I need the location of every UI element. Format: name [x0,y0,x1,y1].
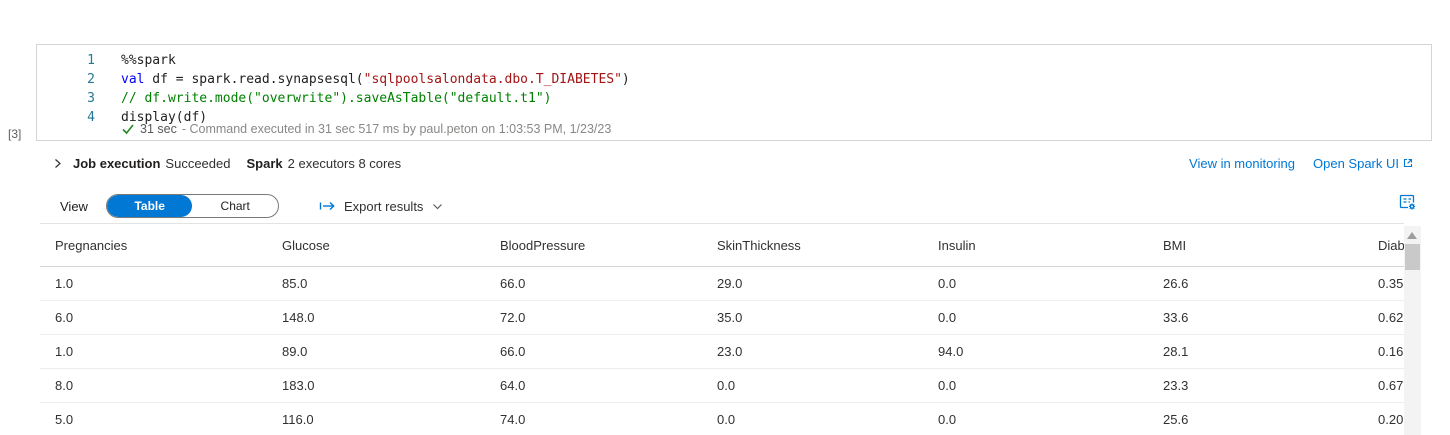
table-cell: 66.0 [485,334,702,369]
table-cell: 25.6 [1148,402,1363,435]
table-cell: 28.1 [1148,334,1363,369]
code-line-content: val df = spark.read.synapsesql("sqlpools… [121,72,630,87]
table-cell: 89.0 [267,334,485,369]
code-cell: 1 %%spark 2 val df = spark.read.synapsesql(… [36,44,1432,141]
table-cell: 64.0 [485,368,702,403]
table-row: 8.0 183.0 64.0 0.0 0.0 23.3 0.67 [40,368,1404,403]
job-execution-status: Succeeded [165,155,231,171]
table-cell: 23.0 [702,334,923,369]
table-cell: 0.20 [1363,402,1404,435]
line-number: 2 [87,72,95,87]
export-results-button[interactable]: Export results [319,199,444,214]
status-detail: - Command executed in 31 sec 517 ms by p… [181,122,612,136]
table-cell: 85.0 [267,266,485,301]
table-row: 1.0 89.0 66.0 23.0 94.0 28.1 0.16 [40,334,1404,369]
table-cell: 5.0 [40,402,267,435]
table-cell: 0.67 [1363,368,1404,403]
table-cell: 66.0 [485,266,702,301]
view-in-monitoring-label: View in monitoring [1189,155,1295,171]
table-cell: 0.35 [1363,266,1404,301]
table-cell: 1.0 [40,334,267,369]
vertical-scrollbar[interactable] [1404,226,1421,435]
code-line[interactable]: 2 val df = spark.read.synapsesql("sqlpool… [37,70,1431,89]
view-in-monitoring-link[interactable]: View in monitoring [1189,156,1295,171]
chevron-down-icon [431,200,444,213]
table-cell: 72.0 [485,300,702,335]
table-body: 1.0 85.0 66.0 29.0 0.0 26.6 0.35 6.0 148.0 72.0 35… [40,266,1404,435]
column-header: BMI [1148,224,1363,267]
export-icon [319,199,336,213]
table-cell: 6.0 [40,300,267,335]
table-row: 5.0 116.0 74.0 0.0 0.0 25.6 0.20 [40,402,1404,435]
spark-label: Spark [246,155,283,171]
cell-execution-count: [3] [8,127,22,141]
table-cell: 0.0 [923,266,1148,301]
table-settings-button[interactable] [1398,192,1418,212]
chevron-right-icon[interactable] [52,158,63,169]
view-toggle: Table Chart [105,194,279,218]
view-toggle-table[interactable]: Table [106,195,193,217]
table-cell: 23.3 [1148,368,1363,403]
code-line-content: %%spark [121,53,176,68]
table-cell: 148.0 [267,300,485,335]
table-cell: 0.16 [1363,334,1404,369]
job-execution-label: Job execution [73,155,161,171]
code-line-content: // df.write.mode("overwrite").saveAsTabl… [121,91,552,106]
view-toggle-chart[interactable]: Chart [192,195,278,217]
line-number: 1 [87,53,95,68]
success-check-icon [121,122,135,136]
table-row: 1.0 85.0 66.0 29.0 0.0 26.6 0.35 [40,266,1404,301]
table-header-row: Pregnancies Glucose BloodPressure SkinThick… [40,224,1404,267]
job-links: View in monitoring Open Spark UI [1189,153,1414,173]
code-editor[interactable]: 1 %%spark 2 val df = spark.read.synapsesql(… [37,45,1431,127]
view-label: View [60,198,88,214]
column-header: Glucose [267,224,485,267]
job-execution-row: Job execution Succeeded Spark 2 executor… [52,153,401,173]
code-line[interactable]: 3 // df.write.mode("overwrite").saveAsTab… [37,89,1431,108]
status-duration: 31 sec [140,122,177,136]
table-cell: 0.0 [702,402,923,435]
open-spark-ui-label: Open Spark UI [1313,155,1399,171]
table-cell: 1.0 [40,266,267,301]
table-cell: 29.0 [702,266,923,301]
column-header: Pregnancies [40,224,267,267]
column-header: BloodPressure [485,224,702,267]
line-number: 3 [87,91,95,106]
table-cell: 8.0 [40,368,267,403]
table-cell: 74.0 [485,402,702,435]
view-row: View Table Chart Export results [60,193,444,219]
results-table: Pregnancies Glucose BloodPressure SkinThick… [40,224,1404,435]
external-link-icon [1402,157,1414,169]
column-header: Insulin [923,224,1148,267]
column-header: SkinThickness [702,224,923,267]
table-row: 6.0 148.0 72.0 35.0 0.0 33.6 0.62 [40,300,1404,335]
table-cell: 0.62 [1363,300,1404,335]
table-cell: 94.0 [923,334,1148,369]
cell-status-bar: 31 sec - Command executed in 31 sec 517 … [37,122,1431,136]
spark-detail: 2 executors 8 cores [287,155,402,171]
table-cell: 0.0 [923,300,1148,335]
table-cell: 0.0 [923,368,1148,403]
table-cell: 0.0 [923,402,1148,435]
table-cell: 116.0 [267,402,485,435]
table-cell: 183.0 [267,368,485,403]
open-spark-ui-link[interactable]: Open Spark UI [1313,156,1414,171]
export-results-label: Export results [343,198,424,214]
table-cell: 26.6 [1148,266,1363,301]
table-cell: 33.6 [1148,300,1363,335]
column-header: Diab [1363,224,1404,267]
code-line[interactable]: 1 %%spark [37,51,1431,70]
table-cell: 35.0 [702,300,923,335]
scroll-thumb[interactable] [1405,244,1420,270]
table-cell: 0.0 [702,368,923,403]
notebook-page: [3] 1 %%spark 2 val df = spark.read.synapse… [0,0,1450,435]
scroll-up-button[interactable] [1407,232,1417,239]
